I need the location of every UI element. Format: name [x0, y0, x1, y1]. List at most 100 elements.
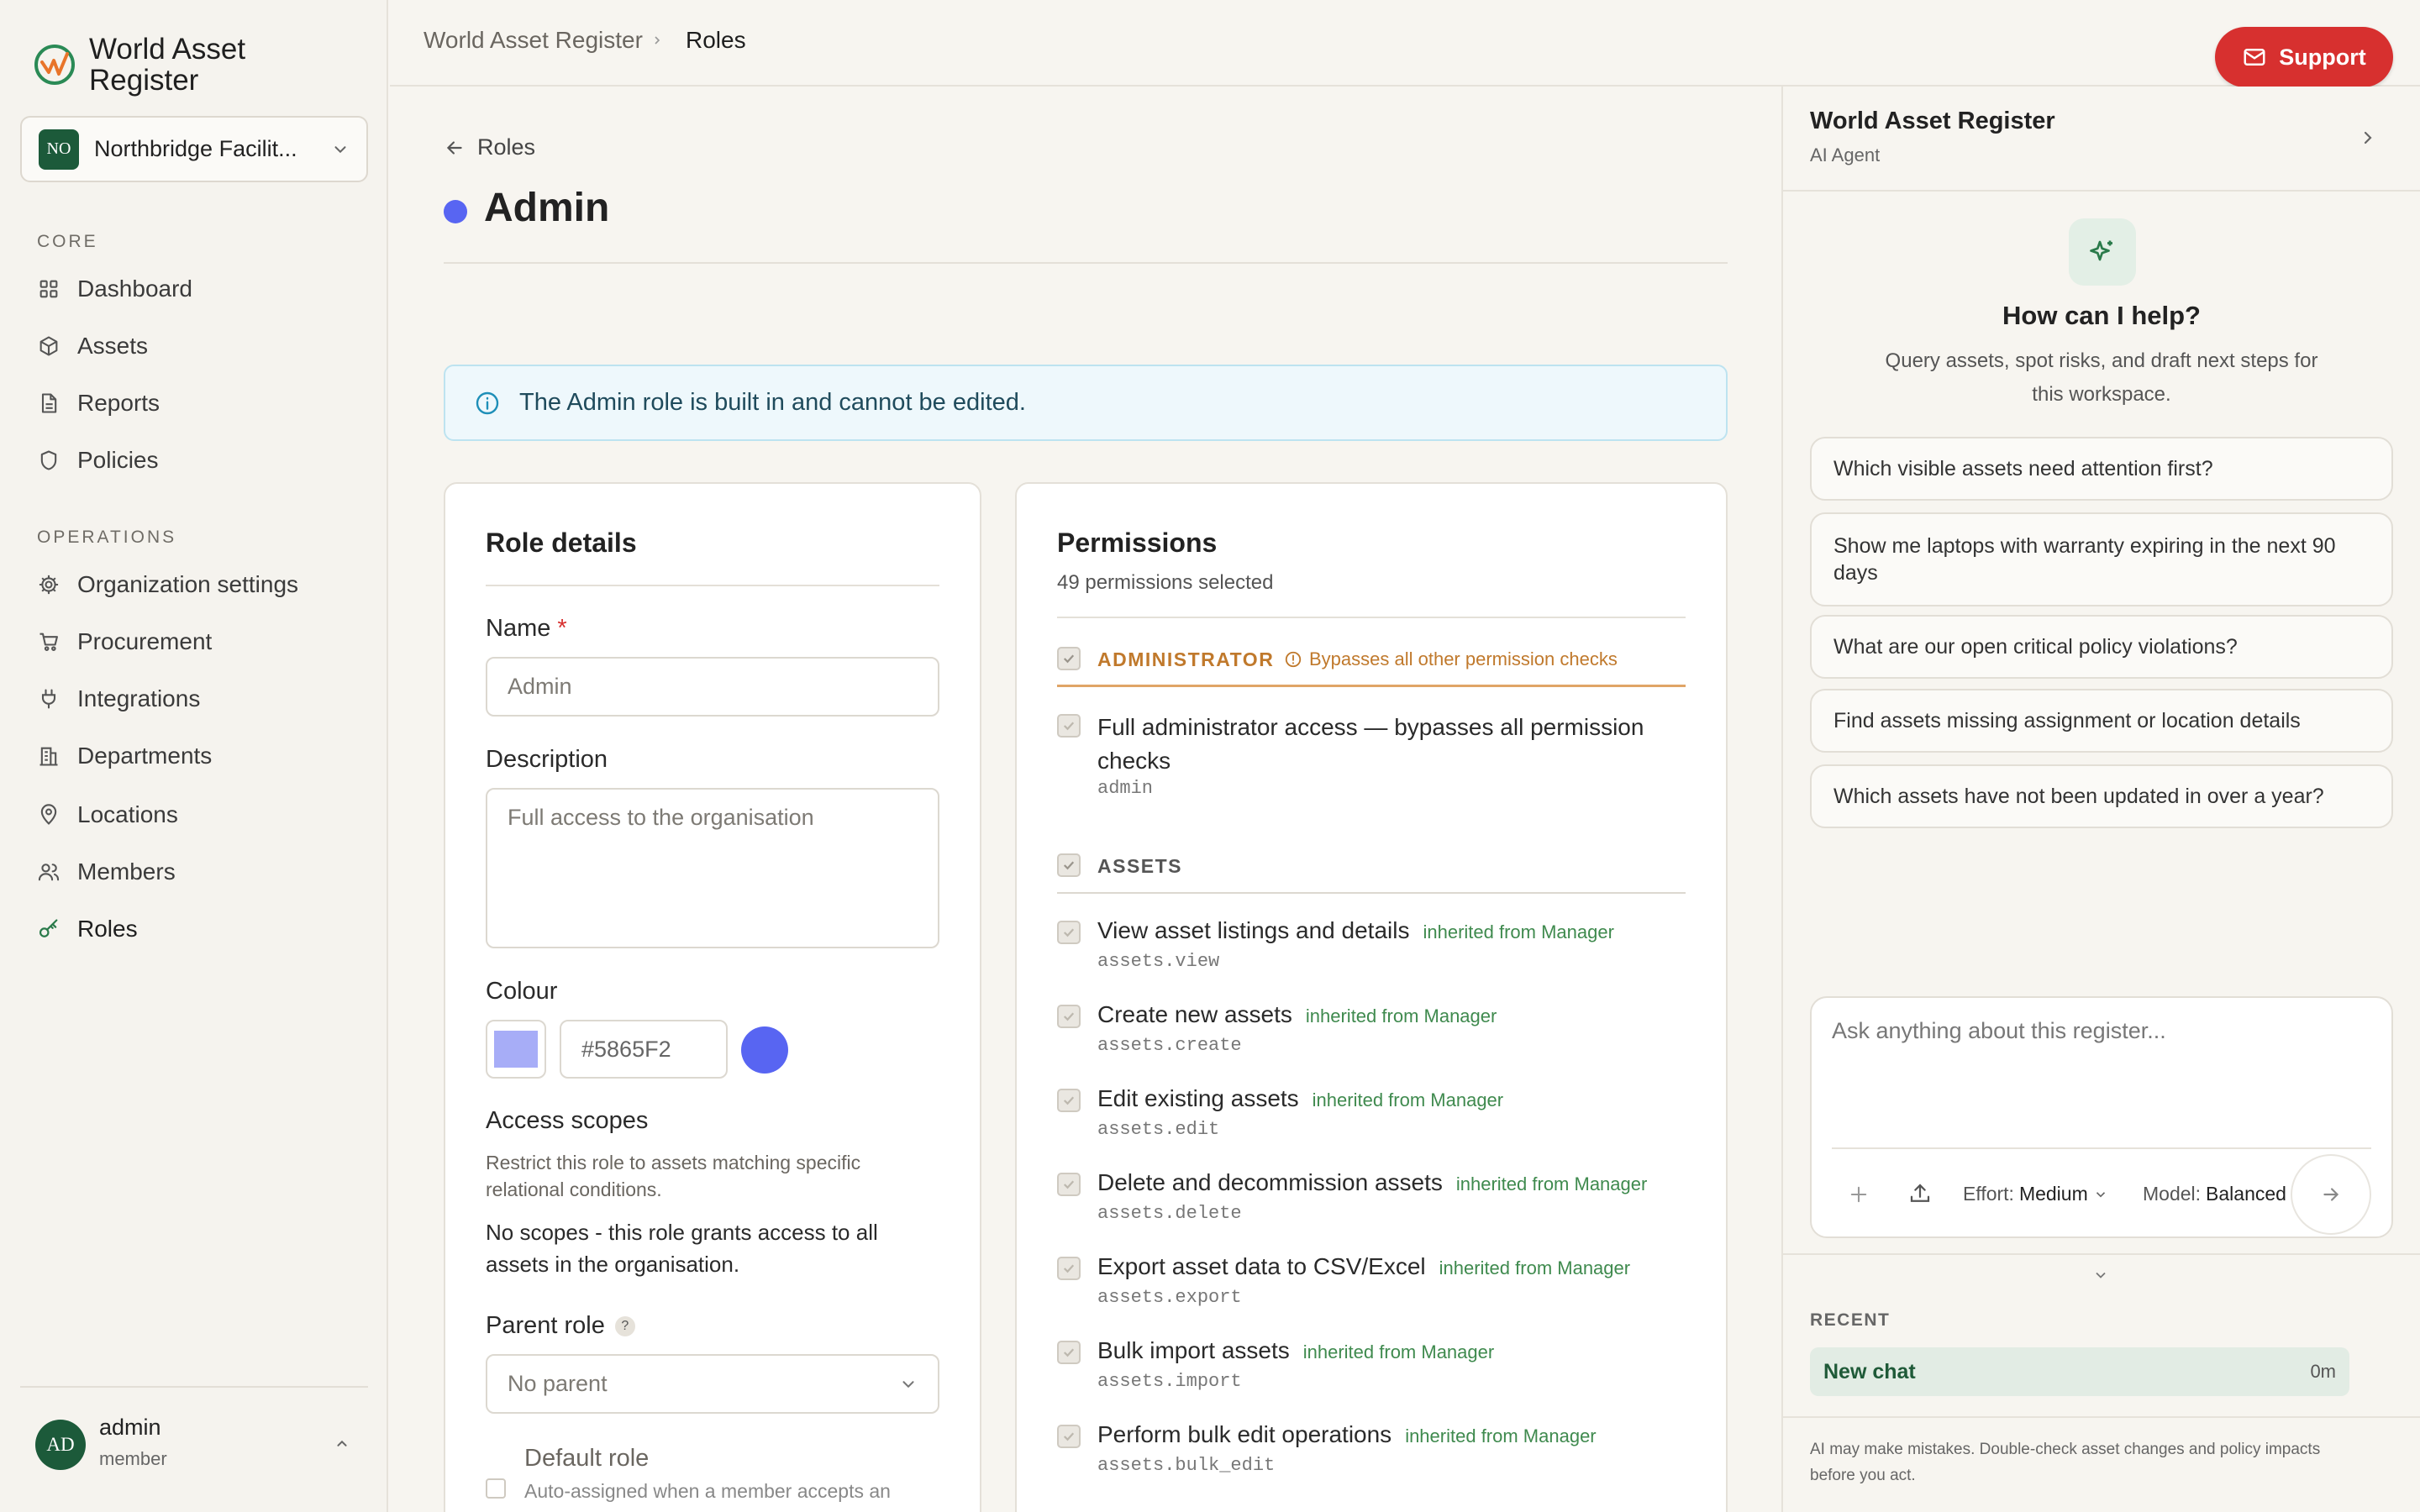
divider	[1783, 1416, 2420, 1418]
effort-label: Effort:	[1963, 1183, 2014, 1205]
colour-label: Colour	[486, 978, 558, 1005]
help-text-line: this workspace.	[2032, 383, 2171, 406]
access-scopes-label: Access scopes	[486, 1107, 649, 1134]
permission-checkbox[interactable]	[1057, 714, 1081, 738]
permission-checkbox[interactable]	[1057, 1173, 1081, 1196]
sidebar-item-label: Policies	[77, 447, 159, 473]
colour-swatch-picker[interactable]	[486, 1020, 546, 1079]
sidebar-item-roles[interactable]: Roles	[37, 911, 138, 948]
suggestion-chip[interactable]: Find assets missing assignment or locati…	[1810, 689, 2393, 753]
colour-preview-dot[interactable]	[741, 1026, 788, 1074]
sidebar-item-departments[interactable]: Departments	[37, 738, 212, 774]
sidebar-item-dashboard[interactable]: Dashboard	[37, 270, 192, 307]
chevron-right-icon[interactable]	[2358, 128, 2378, 148]
name-label: Name *	[486, 615, 567, 643]
sidebar-item-reports[interactable]: Reports	[37, 385, 160, 422]
permission-label-text: Edit existing assets	[1097, 1085, 1299, 1111]
permission-code: assets.bulk_edit	[1097, 1455, 1276, 1476]
permission-code: admin	[1097, 778, 1154, 799]
check-icon	[1063, 1432, 1075, 1441]
organization-selector[interactable]: NO Northbridge Facilit...	[20, 116, 368, 182]
agent-title: World Asset Register	[1810, 108, 2055, 134]
group-checkbox[interactable]	[1057, 853, 1081, 877]
org-name: Northbridge Facilit...	[94, 136, 297, 161]
help-icon[interactable]: ?	[614, 1315, 635, 1336]
disclaimer-line: before you act.	[1810, 1467, 1916, 1484]
group-label: ADMINISTRATOR	[1097, 648, 1275, 670]
role-details-heading: Role details	[486, 528, 637, 558]
suggestion-chip[interactable]: Which assets have not been updated in ov…	[1810, 764, 2393, 828]
section-heading-operations: OPERATIONS	[37, 528, 177, 547]
divider	[486, 585, 939, 586]
suggestion-chip[interactable]: What are our open critical policy violat…	[1810, 615, 2393, 679]
breadcrumb-current: Roles	[686, 27, 746, 53]
shield-icon	[40, 450, 57, 470]
upload-icon[interactable]	[1907, 1181, 1933, 1206]
parent-role-select[interactable]: No parent	[486, 1354, 939, 1414]
permission-checkbox[interactable]	[1057, 1005, 1081, 1028]
description-label: Description	[486, 746, 608, 773]
app-logo[interactable]: World Asset Register	[34, 34, 291, 96]
notice-text: The Admin role is built in and cannot be…	[519, 389, 1026, 416]
model-label: Model:	[2143, 1183, 2202, 1205]
sidebar-item-assets[interactable]: Assets	[37, 328, 148, 365]
back-link[interactable]: Roles	[444, 134, 535, 160]
permission-label: Create new assets inherited from Manager	[1097, 1001, 1497, 1028]
sidebar-item-locations[interactable]: Locations	[37, 796, 178, 833]
title-divider	[444, 262, 1728, 264]
permission-label: Full administrator access — bypasses all…	[1097, 711, 1644, 778]
key-icon	[39, 919, 58, 937]
user-menu[interactable]: AD admin member	[20, 1386, 368, 1495]
permission-checkbox[interactable]	[1057, 1257, 1081, 1280]
gear-icon	[39, 575, 59, 595]
sparkle-icon	[2090, 240, 2112, 261]
colour-hex-input[interactable]: #5865F2	[560, 1020, 728, 1079]
permission-checkbox[interactable]	[1057, 1341, 1081, 1364]
permission-checkbox[interactable]	[1057, 1425, 1081, 1448]
default-role-checkbox[interactable]	[486, 1478, 506, 1499]
group-assets: ASSETS	[1057, 850, 1686, 894]
arrow-right-icon	[2323, 1188, 2339, 1201]
support-button[interactable]: Support	[2215, 27, 2393, 87]
send-button[interactable]	[2291, 1154, 2371, 1235]
chevron-down-icon	[334, 145, 346, 153]
permission-code: assets.edit	[1097, 1119, 1220, 1140]
info-icon	[476, 391, 499, 414]
sparkle-badge	[2069, 218, 2136, 286]
permission-checkbox[interactable]	[1057, 921, 1081, 944]
ai-disclaimer: AI may make mistakes. Double-check asset…	[1810, 1436, 2398, 1488]
group-note-text: Bypasses all other permission checks	[1309, 648, 1618, 669]
check-icon	[1063, 1096, 1075, 1105]
divider	[1832, 1147, 2371, 1149]
description-field[interactable]: Full access to the organisation	[486, 788, 939, 948]
group-administrator: ADMINISTRATOR Bypasses all other permiss…	[1057, 643, 1686, 687]
suggestion-chip[interactable]: Show me laptops with warranty expiring i…	[1810, 512, 2393, 606]
breadcrumb-root[interactable]: World Asset Register	[424, 27, 643, 54]
disclaimer-line: AI may make mistakes. Double-check asset…	[1810, 1441, 2321, 1458]
model-select[interactable]: Model: Balanced	[2143, 1183, 2307, 1205]
user-role: member	[99, 1448, 167, 1469]
group-checkbox[interactable]	[1057, 647, 1081, 670]
permission-code: assets.create	[1097, 1035, 1242, 1056]
sidebar-item-integrations[interactable]: Integrations	[37, 680, 200, 717]
recent-chat-item[interactable]: New chat 0m	[1810, 1347, 2349, 1396]
plus-icon[interactable]	[1847, 1183, 1870, 1206]
sidebar-item-procurement[interactable]: Procurement	[37, 623, 212, 660]
sidebar-item-policies[interactable]: Policies	[37, 442, 158, 479]
permission-label-text: Delete and decommission assets	[1097, 1169, 1443, 1195]
chat-input[interactable]: Ask anything about this register...	[1832, 1018, 2370, 1044]
effort-select[interactable]: Effort: Medium	[1963, 1183, 2108, 1205]
suggestion-chip[interactable]: Which visible assets need attention firs…	[1810, 437, 2393, 501]
sidebar-item-label: Roles	[77, 916, 138, 942]
permission-checkbox[interactable]	[1057, 1089, 1081, 1112]
sidebar-item-organization-settings[interactable]: Organization settings	[37, 566, 298, 603]
chevron-down-icon[interactable]	[2092, 1267, 2109, 1284]
sidebar-item-label: Locations	[77, 801, 178, 827]
users-icon	[38, 864, 60, 881]
check-icon	[1063, 654, 1075, 664]
sidebar-item-members[interactable]: Members	[37, 853, 176, 890]
colour-swatch	[494, 1031, 538, 1068]
name-field[interactable]: Admin	[486, 657, 939, 717]
alert-circle-icon	[1285, 651, 1302, 668]
support-label: Support	[2279, 44, 2366, 70]
